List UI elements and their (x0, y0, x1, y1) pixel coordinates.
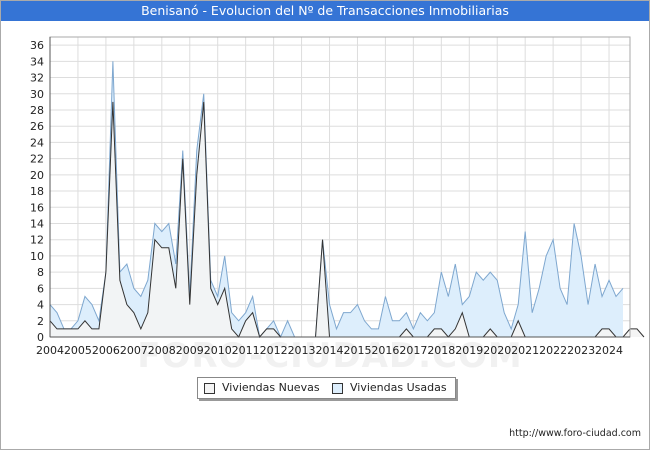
y-tick-label: 24 (30, 136, 44, 149)
x-tick-label: 2018 (427, 344, 455, 357)
y-tick-label: 36 (30, 39, 44, 52)
y-tick-label: 0 (37, 331, 44, 344)
source-link[interactable]: http://www.foro-ciudad.com (509, 428, 641, 439)
y-tick-label: 8 (37, 266, 44, 279)
x-tick-label: 2005 (64, 344, 92, 357)
x-tick-label: 2010 (204, 344, 232, 357)
y-tick-label: 4 (37, 299, 44, 312)
x-tick-label: 2014 (316, 344, 344, 357)
y-tick-label: 30 (30, 88, 44, 101)
y-tick-label: 14 (30, 217, 44, 230)
x-tick-label: 2022 (539, 344, 567, 357)
x-tick-label: 2019 (455, 344, 483, 357)
y-tick-label: 16 (30, 201, 44, 214)
x-tick-label: 2011 (232, 344, 260, 357)
y-tick-label: 18 (30, 185, 44, 198)
x-tick-label: 2015 (343, 344, 371, 357)
x-tick-label: 2007 (120, 344, 148, 357)
legend-swatch-usadas (332, 383, 343, 394)
y-tick-label: 26 (30, 120, 44, 133)
y-tick-label: 28 (30, 104, 44, 117)
y-tick-label: 10 (30, 250, 44, 263)
y-tick-label: 32 (30, 72, 44, 85)
y-tick-label: 12 (30, 234, 44, 247)
x-tick-label: 2016 (371, 344, 399, 357)
y-tick-label: 6 (37, 282, 44, 295)
x-tick-label: 2021 (511, 344, 539, 357)
x-tick-label: 2020 (483, 344, 511, 357)
x-tick-label: 2012 (260, 344, 288, 357)
legend: Viviendas Nuevas Viviendas Usadas (197, 377, 456, 399)
x-tick-label: 2004 (36, 344, 64, 357)
legend-swatch-nuevas (204, 383, 215, 394)
y-tick-label: 34 (30, 55, 44, 68)
x-tick-label: 2017 (399, 344, 427, 357)
legend-label-nuevas: Viviendas Nuevas (222, 381, 320, 394)
legend-label-usadas: Viviendas Usadas (350, 381, 447, 394)
x-tick-label: 2023 (567, 344, 595, 357)
x-tick-label: 2009 (176, 344, 204, 357)
y-tick-label: 20 (30, 169, 44, 182)
y-tick-label: 22 (30, 153, 44, 166)
x-tick-label: 2024 (595, 344, 623, 357)
x-tick-label: 2013 (288, 344, 316, 357)
x-tick-label: 2008 (148, 344, 176, 357)
x-tick-label: 2006 (92, 344, 120, 357)
y-tick-label: 2 (37, 315, 44, 328)
